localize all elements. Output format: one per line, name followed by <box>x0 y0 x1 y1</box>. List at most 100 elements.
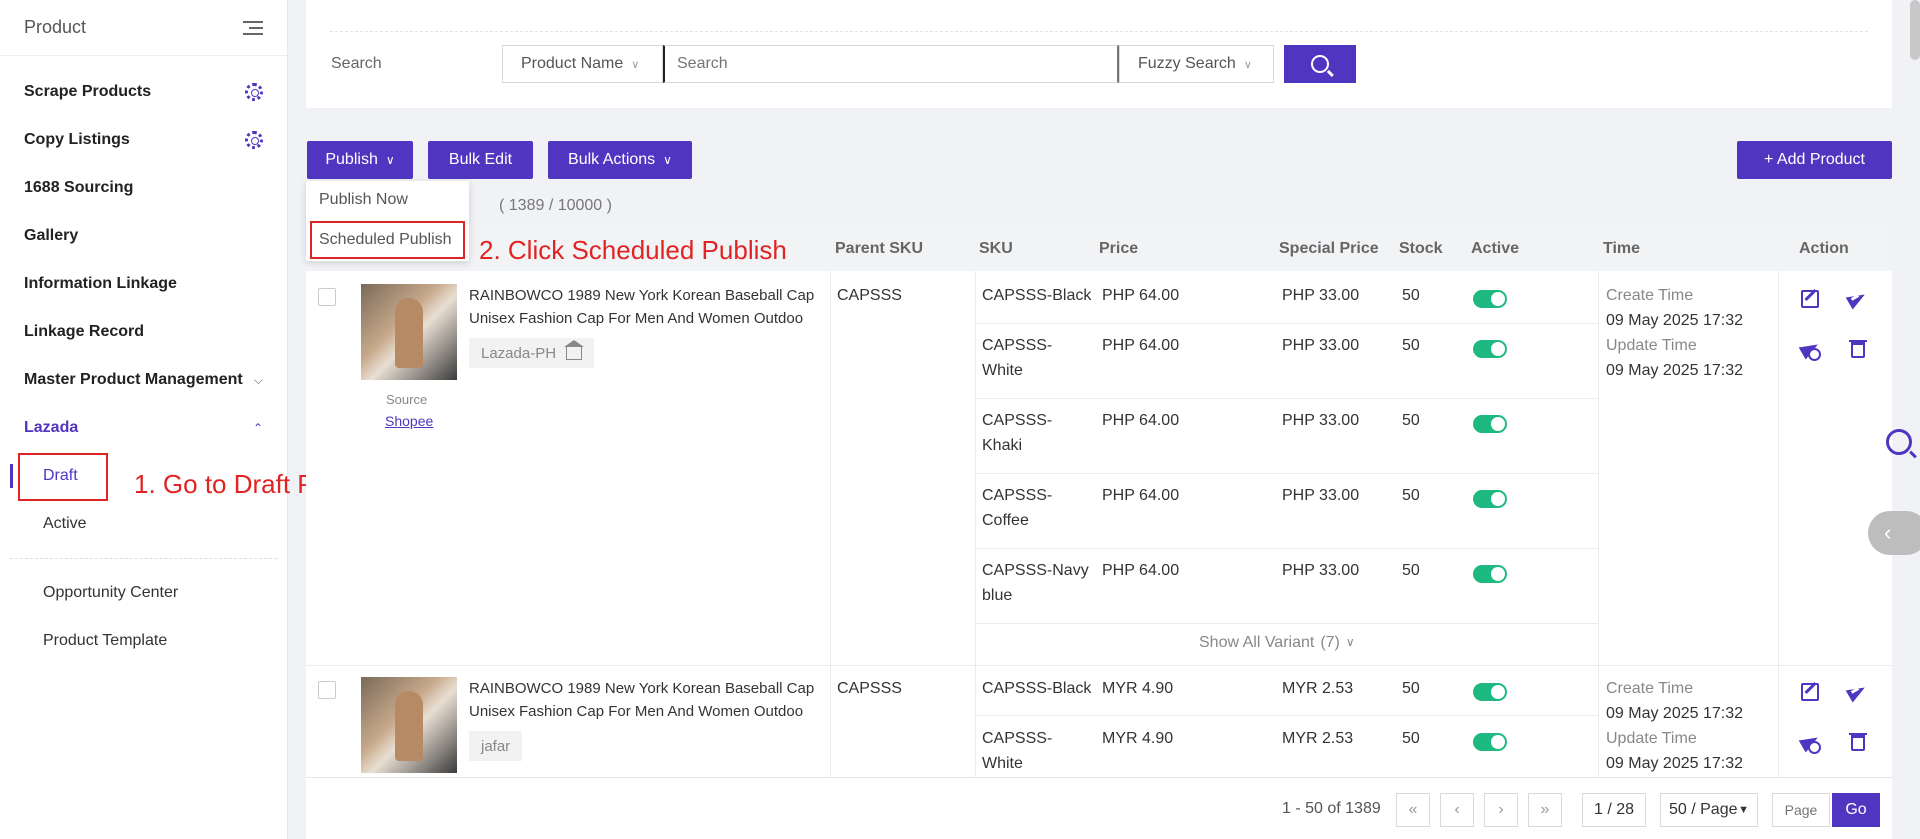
bulk-actions-button[interactable]: Bulk Actions ∨ <box>548 141 692 179</box>
search-field-select[interactable]: Product Name ∨ <box>502 45 663 83</box>
search-mode-value: Fuzzy Search <box>1138 55 1236 72</box>
col-stock: Stock <box>1399 240 1443 257</box>
store-name: Lazada-PH <box>481 344 557 362</box>
sidebar-item-scrape-products[interactable]: Scrape Products <box>0 68 287 116</box>
sidebar-item-copy-listings[interactable]: Copy Listings <box>0 116 287 164</box>
floating-search-icon[interactable] <box>1886 429 1912 455</box>
gear-icon[interactable] <box>245 131 263 149</box>
next-page-button[interactable]: › <box>1484 793 1518 827</box>
search-label: Search <box>331 55 382 72</box>
sidebar-item-1688-sourcing[interactable]: 1688 Sourcing <box>0 164 287 212</box>
product-title[interactable]: RAINBOWCO 1989 New York Korean Baseball … <box>469 283 814 308</box>
sidebar-item-linkage-record[interactable]: Linkage Record <box>0 308 287 356</box>
variant-sku: CAPSSS- <box>982 412 1053 429</box>
variant-price: MYR 4.90 <box>1102 680 1174 697</box>
active-toggle[interactable] <box>1473 490 1507 508</box>
publish-dropdown-menu: Publish Now Scheduled Publish <box>306 181 469 261</box>
col-special-price: Special Price <box>1279 240 1379 257</box>
sidebar-item-label: Scrape Products <box>24 83 152 100</box>
sidebar-item-label: Active <box>43 515 87 532</box>
pagination-range: 1 - 50 of 1389 <box>1282 800 1381 817</box>
store-tag: jafar <box>469 731 523 761</box>
chevron-left-icon: ‹ <box>1454 801 1460 818</box>
scheduled-publish-icon[interactable] <box>1801 340 1821 361</box>
divider <box>975 271 976 839</box>
search-input[interactable] <box>663 45 1119 83</box>
edit-icon[interactable] <box>1801 290 1819 308</box>
publish-button[interactable]: Publish ∨ <box>307 141 413 179</box>
active-toggle[interactable] <box>1473 565 1507 583</box>
double-chevron-left-icon: « <box>1408 801 1418 818</box>
page-size-select[interactable]: 50 / Page ▼ <box>1660 793 1758 827</box>
sidebar-item-label: Linkage Record <box>24 323 145 340</box>
delete-icon[interactable] <box>1849 733 1867 751</box>
show-all-label: Show All Variant <box>1199 634 1315 651</box>
edit-icon[interactable] <box>1801 683 1819 701</box>
search-panel: Search Product Name ∨ Fuzzy Search ∨ <box>306 0 1892 108</box>
bulk-edit-button[interactable]: Bulk Edit <box>428 141 533 179</box>
variant-stock: 50 <box>1402 730 1420 747</box>
show-all-count: (7) <box>1320 634 1340 651</box>
scrollbar[interactable] <box>1910 0 1920 60</box>
first-page-button[interactable]: « <box>1396 793 1430 827</box>
last-page-button[interactable]: » <box>1528 793 1562 827</box>
divider <box>976 623 1598 624</box>
product-title[interactable]: RAINBOWCO 1989 New York Korean Baseball … <box>469 676 814 701</box>
menu-item-scheduled-publish[interactable]: Scheduled Publish <box>310 221 465 259</box>
create-time: 09 May 2025 17:32 <box>1606 312 1743 329</box>
sidebar-item-lazada[interactable]: Lazada ⌃ <box>0 404 287 452</box>
delete-icon[interactable] <box>1849 340 1867 358</box>
variant-price: PHP 64.00 <box>1102 562 1180 579</box>
variant-price: MYR 4.90 <box>1102 730 1174 747</box>
sidebar-item-label: Opportunity Center <box>43 584 179 601</box>
add-product-button[interactable]: + Add Product <box>1737 141 1892 179</box>
show-all-variants-link[interactable]: Show All Variant (7) ∨ <box>1199 630 1355 655</box>
row-checkbox[interactable] <box>318 681 336 699</box>
variant-price: PHP 64.00 <box>1102 412 1180 429</box>
scheduled-publish-icon[interactable] <box>1801 733 1821 754</box>
product-image <box>361 284 457 380</box>
sidebar-item-opportunity-center[interactable]: Opportunity Center <box>0 569 287 617</box>
go-button[interactable]: Go <box>1832 793 1880 827</box>
source-link[interactable]: Shopee <box>385 409 433 434</box>
current-page-text: 1 / 28 <box>1593 801 1635 818</box>
variant-special-price: PHP 33.00 <box>1282 412 1360 429</box>
search-group: Product Name ∨ Fuzzy Search ∨ <box>502 45 1356 83</box>
divider <box>1598 271 1599 839</box>
sidebar-item-active[interactable]: Active <box>0 500 287 548</box>
chevron-down-icon: ∨ <box>1345 635 1355 649</box>
search-mode-select[interactable]: Fuzzy Search ∨ <box>1119 45 1274 83</box>
chevron-down-icon: ∨ <box>663 153 672 167</box>
page-size-value: 50 / Page <box>1669 801 1738 818</box>
variant-sku-line2: Khaki <box>982 437 1023 454</box>
gear-icon[interactable] <box>245 83 263 101</box>
active-toggle[interactable] <box>1473 733 1507 751</box>
menu-item-publish-now[interactable]: Publish Now <box>306 181 469 219</box>
active-toggle[interactable] <box>1473 290 1507 308</box>
sidebar-item-information-linkage[interactable]: Information Linkage <box>0 260 287 308</box>
publish-icon[interactable] <box>1848 683 1866 701</box>
variant-stock: 50 <box>1402 337 1420 354</box>
sidebar-item-master-product-management[interactable]: Master Product Management ⌵ <box>0 356 287 404</box>
store-icon <box>564 339 585 360</box>
product-table: Parent SKU SKU Price Special Price Stock… <box>306 227 1892 839</box>
active-toggle[interactable] <box>1473 683 1507 701</box>
divider <box>830 271 831 839</box>
page-jump-input[interactable] <box>1772 793 1830 827</box>
collapse-menu-icon[interactable] <box>243 20 263 36</box>
sidebar-item-product-template[interactable]: Product Template <box>0 617 287 665</box>
row-checkbox[interactable] <box>318 288 336 306</box>
sidebar-item-gallery[interactable]: Gallery <box>0 212 287 260</box>
chevron-down-icon: ∨ <box>1243 58 1252 71</box>
annotation-step2: 2. Click Scheduled Publish <box>479 235 787 265</box>
search-button[interactable] <box>1284 45 1356 83</box>
sidebar-item-label: Lazada <box>24 419 79 436</box>
floating-collapse-button[interactable]: ‹ <box>1868 511 1920 555</box>
chevron-right-icon: › <box>1498 801 1504 818</box>
prev-page-button[interactable]: ‹ <box>1440 793 1474 827</box>
variant-stock: 50 <box>1402 287 1420 304</box>
active-toggle[interactable] <box>1473 415 1507 433</box>
publish-icon[interactable] <box>1848 290 1866 308</box>
go-label: Go <box>1845 801 1867 818</box>
active-toggle[interactable] <box>1473 340 1507 358</box>
